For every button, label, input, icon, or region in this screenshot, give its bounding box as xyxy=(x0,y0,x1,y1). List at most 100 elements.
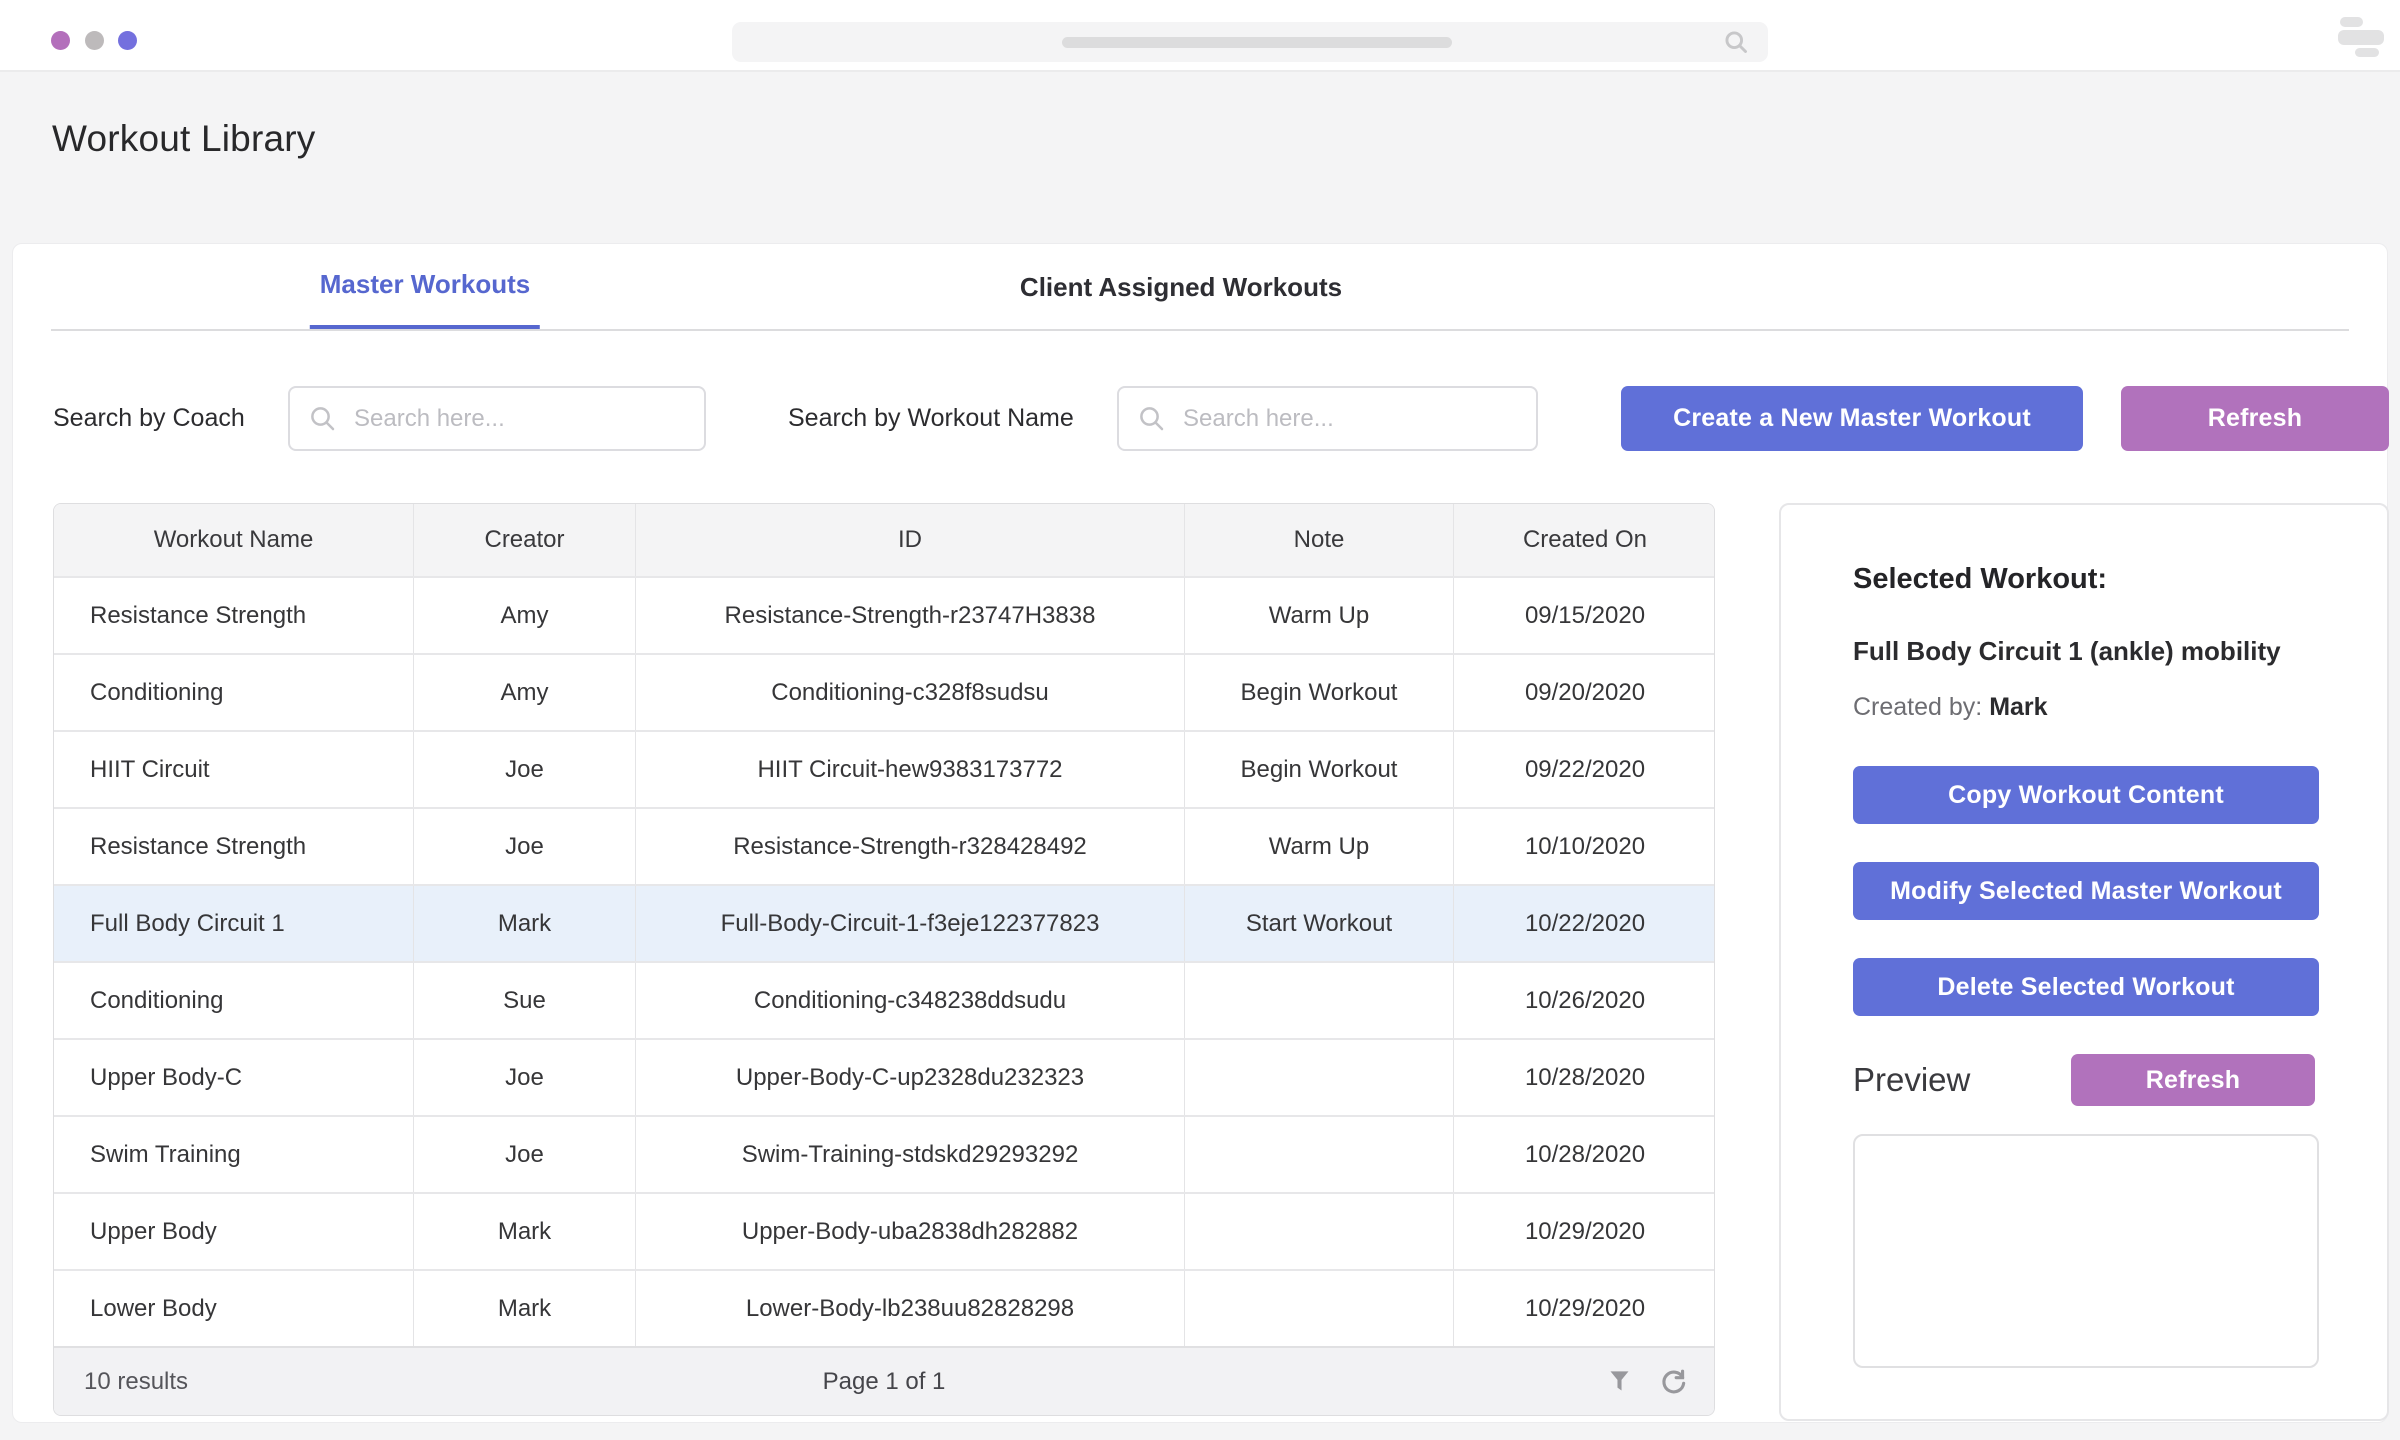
cell-id: Resistance-Strength-r23747H3838 xyxy=(635,578,1184,653)
preview-row: Preview Refresh xyxy=(1853,1054,2315,1106)
table-row[interactable]: Resistance Strength Joe Resistance-Stren… xyxy=(54,807,1714,884)
cell-workout-name: Lower Body xyxy=(54,1271,413,1346)
search-by-workout-label: Search by Workout Name xyxy=(788,386,1074,451)
cell-id: Swim-Training-stdskd29293292 xyxy=(635,1117,1184,1192)
search-icon xyxy=(1723,29,1750,61)
col-header-id: ID xyxy=(635,504,1184,576)
table-row[interactable]: Conditioning Amy Conditioning-c328f8suds… xyxy=(54,653,1714,730)
table-row[interactable]: Conditioning Sue Conditioning-c348238dds… xyxy=(54,961,1714,1038)
workouts-table: Workout Name Creator ID Note Created On … xyxy=(53,503,1715,1416)
preview-box xyxy=(1853,1134,2319,1368)
table-footer: 10 results Page 1 of 1 xyxy=(54,1346,1714,1415)
table-row[interactable]: Lower Body Mark Lower-Body-lb238uu828282… xyxy=(54,1269,1714,1346)
cell-created-on: 09/20/2020 xyxy=(1453,655,1715,730)
cell-note xyxy=(1184,1194,1453,1269)
page-indicator: Page 1 of 1 xyxy=(823,1368,946,1396)
cell-creator: Joe xyxy=(413,732,635,807)
table-row[interactable]: Resistance Strength Amy Resistance-Stren… xyxy=(54,576,1714,653)
window-menu-icon[interactable] xyxy=(2338,16,2388,58)
cell-id: Full-Body-Circuit-1-f3eje122377823 xyxy=(635,886,1184,961)
col-header-note: Note xyxy=(1184,504,1453,576)
filter-icon[interactable] xyxy=(1606,1368,1633,1395)
cell-workout-name: Full Body Circuit 1 xyxy=(54,886,413,961)
cell-id: Conditioning-c328f8sudsu xyxy=(635,655,1184,730)
preview-label: Preview xyxy=(1853,1061,1970,1099)
cell-id: Conditioning-c348238ddsudu xyxy=(635,963,1184,1038)
workout-search-input[interactable] xyxy=(1181,399,1536,439)
created-by-line: Created by: Mark xyxy=(1853,693,2315,722)
cell-workout-name: HIIT Circuit xyxy=(54,732,413,807)
cell-created-on: 09/22/2020 xyxy=(1453,732,1715,807)
created-by-value: Mark xyxy=(1989,693,2047,721)
table-row[interactable]: Swim Training Joe Swim-Training-stdskd29… xyxy=(54,1115,1714,1192)
cell-creator: Joe xyxy=(413,1117,635,1192)
filter-row: Search by Coach Search by Workout Name C… xyxy=(13,386,2387,451)
table-row[interactable]: HIIT Circuit Joe HIIT Circuit-hew9383173… xyxy=(54,730,1714,807)
cell-id: Resistance-Strength-r328428492 xyxy=(635,809,1184,884)
cell-note: Warm Up xyxy=(1184,578,1453,653)
cell-workout-name: Conditioning xyxy=(54,655,413,730)
cell-id: HIIT Circuit-hew9383173772 xyxy=(635,732,1184,807)
workout-library-card: Master Workouts Client Assigned Workouts… xyxy=(12,243,2388,1423)
refresh-preview-button[interactable]: Refresh xyxy=(2071,1054,2315,1106)
window-dot-purple[interactable] xyxy=(51,31,70,50)
window-dot-gray[interactable] xyxy=(85,31,104,50)
delete-selected-workout-button[interactable]: Delete Selected Workout xyxy=(1853,958,2319,1016)
workout-search-field[interactable] xyxy=(1117,386,1538,451)
copy-workout-content-button[interactable]: Copy Workout Content xyxy=(1853,766,2319,824)
cell-workout-name: Upper Body-C xyxy=(54,1040,413,1115)
cell-creator: Amy xyxy=(413,655,635,730)
browser-search-bar[interactable] xyxy=(732,22,1768,62)
col-header-creator: Creator xyxy=(413,504,635,576)
cell-note xyxy=(1184,1271,1453,1346)
cell-creator: Mark xyxy=(413,1271,635,1346)
cell-id: Lower-Body-lb238uu82828298 xyxy=(635,1271,1184,1346)
window-titlebar xyxy=(0,0,2400,72)
search-by-coach-label: Search by Coach xyxy=(53,386,245,451)
table-body: Resistance Strength Amy Resistance-Stren… xyxy=(54,576,1714,1346)
cell-note: Begin Workout xyxy=(1184,655,1453,730)
cell-created-on: 10/28/2020 xyxy=(1453,1117,1715,1192)
cell-creator: Sue xyxy=(413,963,635,1038)
col-header-created-on: Created On xyxy=(1453,504,1715,576)
search-icon xyxy=(1137,404,1167,434)
cell-created-on: 10/29/2020 xyxy=(1453,1194,1715,1269)
refresh-table-button[interactable]: Refresh xyxy=(2121,386,2389,451)
search-icon xyxy=(308,404,338,434)
page-title: Workout Library xyxy=(52,118,315,160)
selected-workout-name: Full Body Circuit 1 (ankle) mobility xyxy=(1853,636,2315,667)
table-row[interactable]: Full Body Circuit 1 Mark Full-Body-Circu… xyxy=(54,884,1714,961)
reload-icon[interactable] xyxy=(1659,1367,1688,1396)
cell-creator: Joe xyxy=(413,1040,635,1115)
col-header-workout-name: Workout Name xyxy=(54,504,413,576)
results-count: 10 results xyxy=(84,1368,188,1396)
cell-created-on: 10/10/2020 xyxy=(1453,809,1715,884)
tab-divider xyxy=(51,329,2349,331)
created-by-label: Created by: xyxy=(1853,693,1982,721)
coach-search-input[interactable] xyxy=(352,399,704,439)
table-row[interactable]: Upper Body Mark Upper-Body-uba2838dh2828… xyxy=(54,1192,1714,1269)
cell-creator: Joe xyxy=(413,809,635,884)
tab-master-workouts[interactable]: Master Workouts xyxy=(310,244,540,331)
cell-creator: Mark xyxy=(413,886,635,961)
create-master-workout-button[interactable]: Create a New Master Workout xyxy=(1621,386,2083,451)
cell-created-on: 10/29/2020 xyxy=(1453,1271,1715,1346)
cell-note xyxy=(1184,1040,1453,1115)
search-text-placeholder-bar xyxy=(1062,37,1452,48)
cell-workout-name: Swim Training xyxy=(54,1117,413,1192)
table-row[interactable]: Upper Body-C Joe Upper-Body-C-up2328du23… xyxy=(54,1038,1714,1115)
cell-note xyxy=(1184,1117,1453,1192)
modify-selected-workout-button[interactable]: Modify Selected Master Workout xyxy=(1853,862,2319,920)
cell-workout-name: Upper Body xyxy=(54,1194,413,1269)
tab-client-assigned-workouts[interactable]: Client Assigned Workouts xyxy=(1010,244,1352,331)
table-header-row: Workout Name Creator ID Note Created On xyxy=(54,504,1714,576)
coach-search-field[interactable] xyxy=(288,386,706,451)
cell-workout-name: Conditioning xyxy=(54,963,413,1038)
cell-note: Warm Up xyxy=(1184,809,1453,884)
cell-note: Begin Workout xyxy=(1184,732,1453,807)
cell-created-on: 10/22/2020 xyxy=(1453,886,1715,961)
window-dot-indigo[interactable] xyxy=(118,31,137,50)
cell-created-on: 10/26/2020 xyxy=(1453,963,1715,1038)
cell-created-on: 09/15/2020 xyxy=(1453,578,1715,653)
cell-workout-name: Resistance Strength xyxy=(54,809,413,884)
